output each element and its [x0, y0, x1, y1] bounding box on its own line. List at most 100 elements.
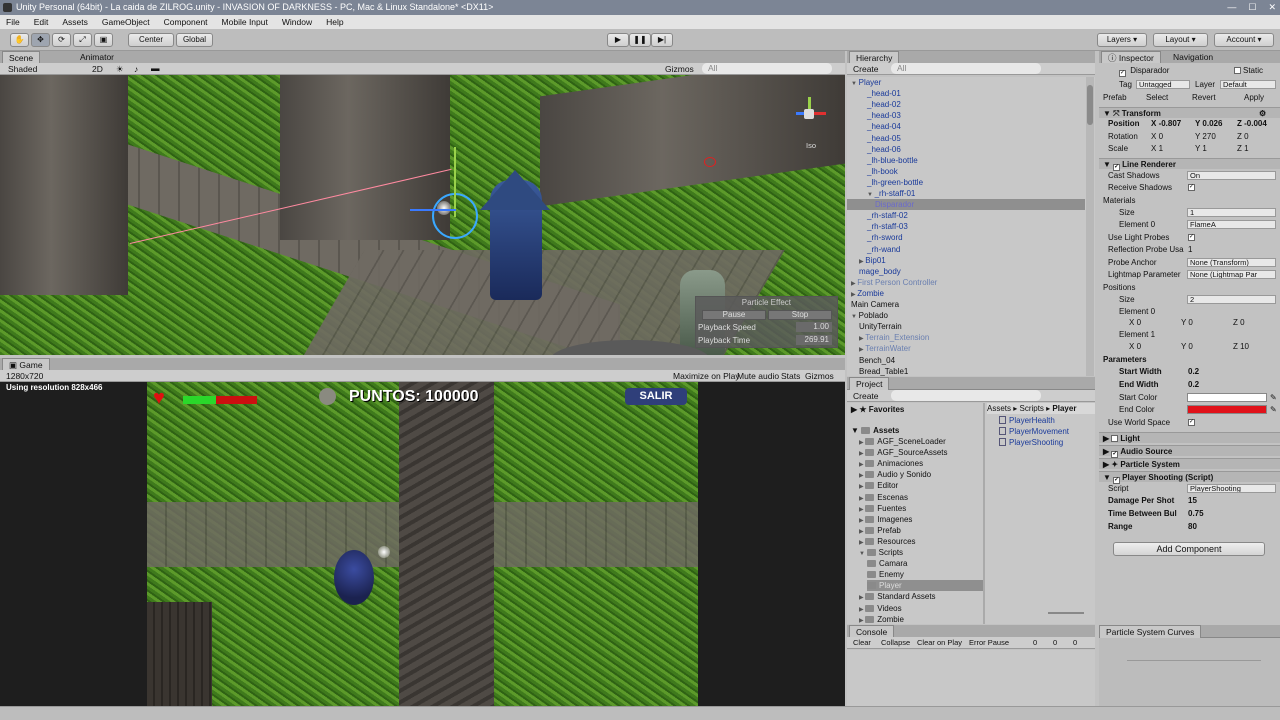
- scale-z-field[interactable]: 1: [1244, 144, 1248, 153]
- breadcrumb-assets[interactable]: Assets: [987, 404, 1011, 413]
- hierarchy-item[interactable]: Disparador: [847, 199, 1085, 211]
- hierarchy-item[interactable]: ▶ Terrain_Extension: [847, 332, 929, 343]
- project-create-dropdown[interactable]: Create: [853, 391, 879, 401]
- console-error-count[interactable]: 0: [1073, 638, 1077, 647]
- pe1-y-field[interactable]: 0: [1188, 342, 1192, 351]
- audio-icon[interactable]: ♪: [134, 64, 138, 74]
- scene-orientation-gizmo[interactable]: [792, 97, 828, 133]
- menu-assets[interactable]: Assets: [62, 15, 88, 29]
- hierarchy-create-dropdown[interactable]: Create: [853, 64, 879, 74]
- prefab-select-button[interactable]: Select: [1146, 92, 1168, 103]
- hierarchy-item[interactable]: _head-04: [847, 121, 901, 132]
- pe0-x-field[interactable]: 0: [1137, 318, 1141, 327]
- player-shooting-header[interactable]: ▼ ✓ Player Shooting (Script): [1099, 471, 1280, 484]
- hierarchy-scroll-thumb[interactable]: [1087, 85, 1093, 125]
- project-folder[interactable]: Camara: [867, 558, 907, 569]
- console-clear-on-play-button[interactable]: Clear on Play: [917, 638, 962, 647]
- curves-area[interactable]: [1099, 638, 1280, 706]
- gizmo-y-axis[interactable]: [454, 147, 456, 217]
- lighting-icon[interactable]: ☀: [116, 64, 124, 75]
- prefab-revert-button[interactable]: Revert: [1192, 92, 1216, 103]
- line-renderer-header[interactable]: ▼ ✓ Line Renderer: [1099, 158, 1280, 171]
- project-folder[interactable]: ▶ Fuentes: [859, 503, 906, 514]
- hierarchy-item[interactable]: ▶ TerrainWater: [847, 343, 911, 354]
- menu-window[interactable]: Window: [282, 15, 312, 29]
- hierarchy-item[interactable]: _head-03: [847, 110, 901, 121]
- hierarchy-item[interactable]: ▶ Bip01: [847, 255, 886, 266]
- pause-button[interactable]: ❚❚: [629, 33, 651, 47]
- project-search-input[interactable]: [891, 390, 1041, 401]
- console-log-count[interactable]: 0: [1033, 638, 1037, 647]
- scene-gizmos-dropdown[interactable]: Gizmos: [665, 64, 694, 74]
- hierarchy-item[interactable]: _lh-book: [847, 166, 898, 177]
- exit-button[interactable]: SALIR: [625, 388, 687, 405]
- lightmap-field[interactable]: None (Lightmap Par: [1187, 270, 1276, 279]
- hierarchy-item[interactable]: Main Camera: [847, 299, 899, 310]
- menu-component[interactable]: Component: [164, 15, 208, 29]
- project-folder[interactable]: ▶ AGF_SceneLoader: [859, 436, 946, 447]
- hierarchy-item[interactable]: Bread_Table1: [847, 366, 908, 376]
- project-folder[interactable]: ▶ AGF_SourceAssets: [859, 447, 948, 458]
- hierarchy-item[interactable]: ▶ First Person Controller: [847, 277, 937, 288]
- game-gizmos-dropdown[interactable]: Gizmos: [805, 371, 834, 381]
- menu-mobile-input[interactable]: Mobile Input: [222, 15, 268, 29]
- layer-dropdown[interactable]: Default: [1220, 80, 1276, 89]
- parameters-row[interactable]: Parameters: [1099, 354, 1280, 365]
- range-field[interactable]: 80: [1188, 521, 1197, 532]
- time-between-field[interactable]: 0.75: [1188, 508, 1204, 519]
- light-probes-checkbox[interactable]: ✓: [1188, 234, 1195, 241]
- close-icon[interactable]: ✕: [1268, 0, 1276, 15]
- pe0-z-field[interactable]: 0: [1240, 318, 1244, 327]
- material-element0-field[interactable]: FlameA: [1187, 220, 1276, 229]
- project-folder[interactable]: ▶ Imagenes: [859, 514, 912, 525]
- effects-icon[interactable]: ▬: [151, 63, 160, 73]
- world-space-checkbox[interactable]: ✓: [1188, 419, 1195, 426]
- pivot-global-button[interactable]: Global: [176, 33, 213, 47]
- shading-dropdown[interactable]: Shaded: [8, 64, 37, 74]
- hierarchy-item[interactable]: ▼ Poblado: [847, 310, 888, 321]
- resolution-dropdown[interactable]: 1280x720: [6, 371, 43, 381]
- materials-row[interactable]: Materials: [1099, 195, 1280, 206]
- menu-edit[interactable]: Edit: [34, 15, 49, 29]
- rotation-y-field[interactable]: 270: [1202, 132, 1215, 141]
- cast-shadows-dropdown[interactable]: On: [1187, 171, 1276, 180]
- move-tool-icon[interactable]: ✥: [31, 33, 50, 47]
- project-folder[interactable]: ▶ Videos: [859, 603, 902, 614]
- project-folder[interactable]: ▶ Prefab: [859, 525, 901, 536]
- start-color-swatch[interactable]: [1187, 393, 1267, 402]
- rotation-x-field[interactable]: 0: [1159, 132, 1163, 141]
- menu-help[interactable]: Help: [326, 15, 343, 29]
- particle-pause-button[interactable]: Pause: [702, 310, 766, 320]
- hand-tool-icon[interactable]: ✋: [10, 33, 29, 47]
- minimize-icon[interactable]: —: [1227, 0, 1236, 15]
- scale-y-field[interactable]: 1: [1202, 144, 1206, 153]
- console-collapse-button[interactable]: Collapse: [881, 638, 910, 647]
- console-warning-count[interactable]: 0: [1053, 638, 1057, 647]
- project-splitter[interactable]: [983, 403, 985, 624]
- static-checkbox[interactable]: Static: [1234, 65, 1263, 76]
- project-folder[interactable]: ▼ Scripts: [859, 547, 903, 558]
- prefab-apply-button[interactable]: Apply: [1244, 92, 1264, 103]
- script-file[interactable]: PlayerHealth: [999, 415, 1055, 426]
- scene-search-input[interactable]: All: [702, 63, 832, 74]
- pe0-y-field[interactable]: 0: [1188, 318, 1192, 327]
- object-active-checkbox[interactable]: ✓: [1119, 70, 1126, 77]
- audio-enabled-checkbox[interactable]: ✓: [1111, 451, 1119, 458]
- breadcrumb-scripts[interactable]: Scripts: [1019, 404, 1043, 413]
- audio-source-header[interactable]: ▶ ✓ Audio Source: [1099, 445, 1280, 458]
- receive-shadows-checkbox[interactable]: ✓: [1188, 184, 1195, 191]
- maximize-icon[interactable]: ☐: [1248, 0, 1256, 15]
- materials-size-field[interactable]: 1: [1187, 208, 1276, 217]
- pivot-center-button[interactable]: Center: [128, 33, 174, 47]
- menu-file[interactable]: File: [6, 15, 20, 29]
- rect-tool-icon[interactable]: ▣: [94, 33, 113, 47]
- reflection-probe-value[interactable]: 1: [1188, 244, 1192, 255]
- project-folder[interactable]: Player: [867, 580, 983, 592]
- light-header[interactable]: ▶ Light: [1099, 432, 1280, 443]
- hierarchy-item[interactable]: ▼ Player: [847, 77, 881, 88]
- hierarchy-item[interactable]: mage_body: [847, 266, 901, 277]
- mode-2d-button[interactable]: 2D: [92, 64, 103, 74]
- hierarchy-item[interactable]: _head-02: [847, 99, 901, 110]
- light-enabled-checkbox[interactable]: [1111, 435, 1119, 442]
- hierarchy-search-input[interactable]: All: [891, 63, 1041, 74]
